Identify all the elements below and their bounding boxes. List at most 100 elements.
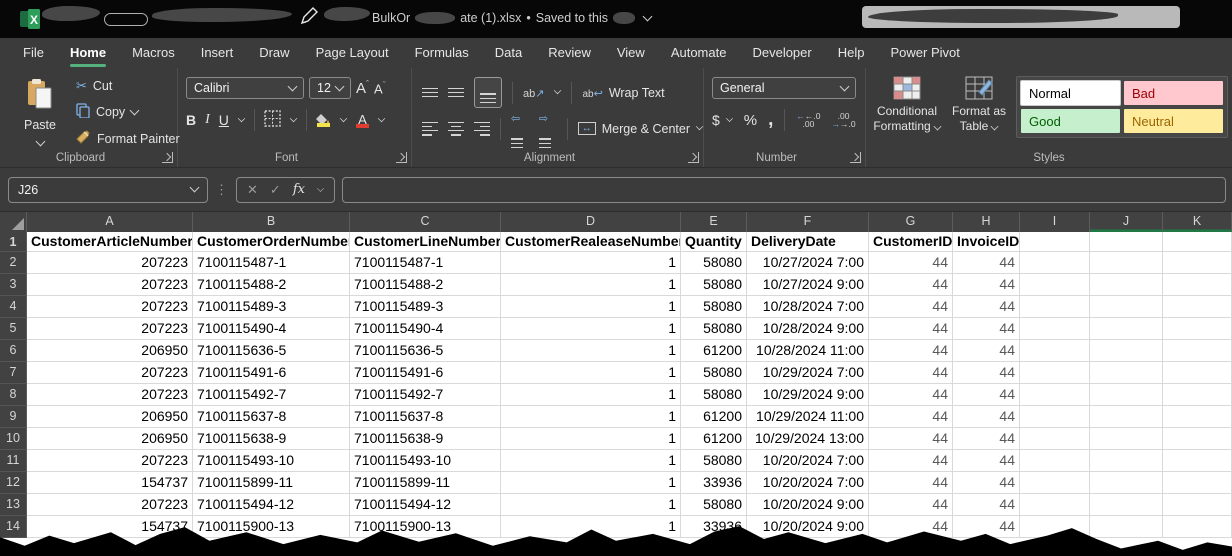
row-header-1[interactable]: 1 — [0, 232, 27, 252]
cell-J7[interactable] — [1090, 362, 1163, 384]
percent-format-button[interactable]: % — [744, 112, 757, 129]
increase-font-size-button[interactable]: Aˆ — [356, 79, 369, 97]
cell-I13[interactable] — [1020, 494, 1090, 516]
cell-D5[interactable]: 1 — [501, 318, 681, 340]
cell-F13[interactable]: 10/20/2024 9:00 — [747, 494, 869, 516]
search-box[interactable] — [862, 6, 1180, 28]
underline-button[interactable]: U — [219, 112, 229, 128]
middle-align-button[interactable] — [448, 88, 464, 98]
cell-H13[interactable]: 44 — [953, 494, 1020, 516]
cell-I4[interactable] — [1020, 296, 1090, 318]
orientation-button[interactable]: ab↗ — [523, 84, 544, 102]
fill-color-button[interactable] — [316, 114, 331, 127]
cell-E2[interactable]: 58080 — [681, 252, 747, 274]
cell-F1[interactable]: DeliveryDate — [747, 232, 869, 252]
cell-D13[interactable]: 1 — [501, 494, 681, 516]
cell-C12[interactable]: 7100115899-11 — [350, 472, 501, 494]
cell-K1[interactable] — [1163, 232, 1232, 252]
cell-F5[interactable]: 10/28/2024 9:00 — [747, 318, 869, 340]
cell-B5[interactable]: 7100115490-4 — [193, 318, 350, 340]
cell-I9[interactable] — [1020, 406, 1090, 428]
cell-G12[interactable]: 44 — [869, 472, 953, 494]
tab-review[interactable]: Review — [535, 38, 604, 68]
row-header-2[interactable]: 2 — [0, 252, 27, 274]
cell-D8[interactable]: 1 — [501, 384, 681, 406]
cell-E3[interactable]: 58080 — [681, 274, 747, 296]
cell-D1[interactable]: CustomerRealeaseNumber — [501, 232, 681, 252]
cell-J14[interactable] — [1090, 516, 1163, 538]
cell-H11[interactable]: 44 — [953, 450, 1020, 472]
font-color-chevron-down-icon[interactable] — [378, 114, 385, 121]
conditional-formatting-button[interactable]: Conditional Formatting — [870, 76, 944, 134]
cell-I5[interactable] — [1020, 318, 1090, 340]
cell-G4[interactable]: 44 — [869, 296, 953, 318]
tab-home[interactable]: Home — [57, 38, 119, 68]
decrease-font-size-button[interactable]: Aˇ — [374, 80, 386, 96]
cell-J10[interactable] — [1090, 428, 1163, 450]
cell-I7[interactable] — [1020, 362, 1090, 384]
cell-K4[interactable] — [1163, 296, 1232, 318]
cell-G9[interactable]: 44 — [869, 406, 953, 428]
formula-input[interactable] — [342, 177, 1226, 203]
cell-B11[interactable]: 7100115493-10 — [193, 450, 350, 472]
cell-A5[interactable]: 207223 — [27, 318, 193, 340]
cell-I1[interactable] — [1020, 232, 1090, 252]
cell-H9[interactable]: 44 — [953, 406, 1020, 428]
tab-insert[interactable]: Insert — [188, 38, 247, 68]
column-header-E[interactable]: E — [681, 212, 747, 232]
cell-A2[interactable]: 207223 — [27, 252, 193, 274]
cell-A1[interactable]: CustomerArticleNumber — [27, 232, 193, 252]
italic-button[interactable]: I — [205, 112, 210, 128]
cell-C2[interactable]: 7100115487-1 — [350, 252, 501, 274]
cell-I6[interactable] — [1020, 340, 1090, 362]
decrease-decimal-button[interactable]: .00 →→.0 — [832, 112, 856, 129]
cell-J13[interactable] — [1090, 494, 1163, 516]
cell-H7[interactable]: 44 — [953, 362, 1020, 384]
cell-F12[interactable]: 10/20/2024 7:00 — [747, 472, 869, 494]
cell-D12[interactable]: 1 — [501, 472, 681, 494]
increase-indent-button[interactable]: ⇨ — [539, 109, 557, 148]
cell-I3[interactable] — [1020, 274, 1090, 296]
cell-K13[interactable] — [1163, 494, 1232, 516]
cell-K3[interactable] — [1163, 274, 1232, 296]
cell-J3[interactable] — [1090, 274, 1163, 296]
cell-A11[interactable]: 207223 — [27, 450, 193, 472]
cell-A8[interactable]: 207223 — [27, 384, 193, 406]
column-header-F[interactable]: F — [747, 212, 869, 232]
enter-icon[interactable]: ✓ — [270, 182, 281, 198]
autosave-toggle[interactable] — [104, 13, 148, 26]
tab-help[interactable]: Help — [825, 38, 878, 68]
cell-J4[interactable] — [1090, 296, 1163, 318]
tab-view[interactable]: View — [604, 38, 658, 68]
cell-J12[interactable] — [1090, 472, 1163, 494]
cell-G14[interactable]: 44 — [869, 516, 953, 538]
select-all-corner[interactable] — [0, 212, 27, 232]
paste-button[interactable]: Paste — [16, 78, 64, 150]
cell-D10[interactable]: 1 — [501, 428, 681, 450]
cell-F6[interactable]: 10/28/2024 11:00 — [747, 340, 869, 362]
cell-H2[interactable]: 44 — [953, 252, 1020, 274]
cell-C6[interactable]: 7100115636-5 — [350, 340, 501, 362]
cell-B8[interactable]: 7100115492-7 — [193, 384, 350, 406]
cell-K6[interactable] — [1163, 340, 1232, 362]
cell-E11[interactable]: 58080 — [681, 450, 747, 472]
cell-G11[interactable]: 44 — [869, 450, 953, 472]
clipboard-dialog-launcher-icon[interactable] — [162, 152, 173, 163]
cell-B10[interactable]: 7100115638-9 — [193, 428, 350, 450]
cell-G8[interactable]: 44 — [869, 384, 953, 406]
currency-chevron-down-icon[interactable] — [726, 115, 733, 122]
cell-K7[interactable] — [1163, 362, 1232, 384]
row-header-8[interactable]: 8 — [0, 384, 27, 406]
cell-H3[interactable]: 44 — [953, 274, 1020, 296]
cell-F10[interactable]: 10/29/2024 13:00 — [747, 428, 869, 450]
cell-D2[interactable]: 1 — [501, 252, 681, 274]
cell-D3[interactable]: 1 — [501, 274, 681, 296]
cell-C1[interactable]: CustomerLineNumber — [350, 232, 501, 252]
cell-J11[interactable] — [1090, 450, 1163, 472]
column-header-H[interactable]: H — [953, 212, 1020, 232]
row-header-9[interactable]: 9 — [0, 406, 27, 428]
bottom-align-button[interactable] — [474, 77, 502, 108]
cell-A3[interactable]: 207223 — [27, 274, 193, 296]
cell-K9[interactable] — [1163, 406, 1232, 428]
bold-button[interactable]: B — [186, 112, 196, 128]
